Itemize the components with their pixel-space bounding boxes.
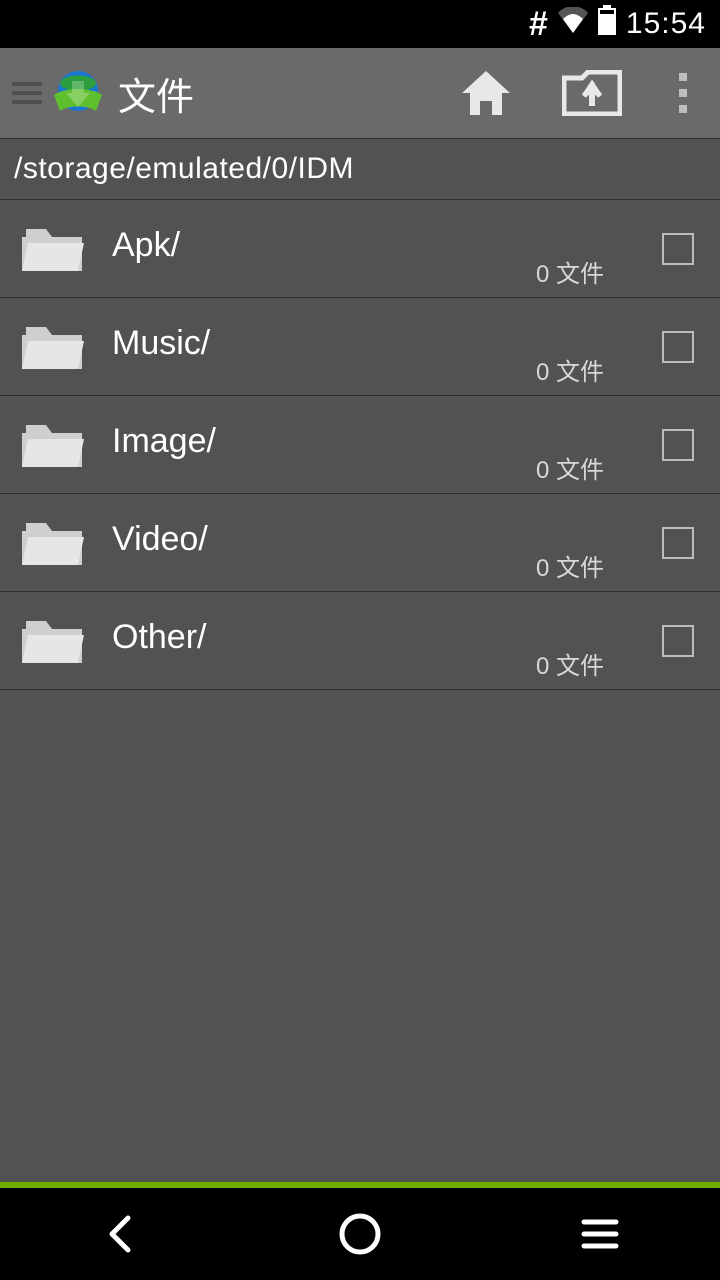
item-subtitle: 0 文件 [536, 254, 604, 289]
folder-icon [20, 617, 84, 665]
list-item[interactable]: Apk/ 0 文件 [0, 200, 720, 298]
menu-icon[interactable] [12, 82, 42, 104]
home-button-nav[interactable] [270, 1204, 450, 1264]
item-subtitle: 0 文件 [536, 548, 604, 583]
list-item[interactable]: Music/ 0 文件 [0, 298, 720, 396]
item-subtitle: 0 文件 [536, 450, 604, 485]
status-bar: # 15:54 [0, 0, 720, 48]
home-button[interactable] [456, 63, 516, 123]
app-title: 文件 [118, 66, 194, 121]
folder-icon [20, 323, 84, 371]
battery-icon [598, 5, 616, 43]
folder-icon [20, 519, 84, 567]
item-checkbox[interactable] [662, 331, 694, 363]
overflow-menu-button[interactable] [668, 73, 698, 113]
current-path: /storage/emulated/0/IDM [14, 152, 354, 186]
path-bar[interactable]: /storage/emulated/0/IDM [0, 138, 720, 200]
folder-icon [20, 421, 84, 469]
item-checkbox[interactable] [662, 233, 694, 265]
up-folder-button[interactable] [562, 63, 622, 123]
item-checkbox[interactable] [662, 527, 694, 559]
list-item[interactable]: Image/ 0 文件 [0, 396, 720, 494]
item-subtitle: 0 文件 [536, 646, 604, 681]
item-subtitle: 0 文件 [536, 352, 604, 387]
item-checkbox[interactable] [662, 625, 694, 657]
back-button[interactable] [30, 1204, 210, 1264]
app-logo-icon [52, 67, 104, 119]
recent-button[interactable] [510, 1204, 690, 1264]
root-hash-icon: # [529, 5, 548, 44]
item-checkbox[interactable] [662, 429, 694, 461]
wifi-icon [558, 7, 588, 41]
list-item[interactable]: Other/ 0 文件 [0, 592, 720, 690]
list-item[interactable]: Video/ 0 文件 [0, 494, 720, 592]
app-bar: 文件 [0, 48, 720, 138]
file-list: Apk/ 0 文件 Music/ 0 文件 Image/ 0 文件 [0, 200, 720, 1182]
folder-icon [20, 225, 84, 273]
status-time: 15:54 [626, 7, 706, 41]
system-nav-bar [0, 1188, 720, 1280]
